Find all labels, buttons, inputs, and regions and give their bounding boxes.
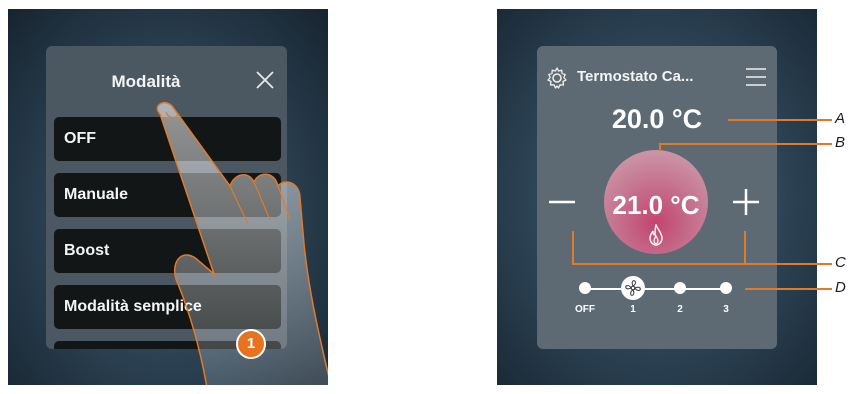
increase-temperature-button[interactable] — [733, 189, 759, 215]
thermostat-screen: Termostato Ca... 20.0 °C 21.0 °C OFF 1 2… — [497, 9, 817, 385]
setpoint-temperature: 21.0 °C — [612, 190, 700, 220]
fan-speed-track — [585, 288, 731, 290]
callout-d: D — [835, 279, 846, 296]
callout-b: B — [835, 134, 846, 151]
fan-label-2: 2 — [677, 304, 683, 315]
callout-line-c-left — [572, 231, 574, 264]
fan-icon — [625, 280, 641, 296]
callout-line-c-right — [744, 231, 746, 264]
tap-hand-icon — [156, 102, 328, 385]
callout-c: C — [835, 254, 846, 271]
hamburger-menu-icon[interactable] — [745, 66, 767, 88]
callout-line-a — [728, 119, 832, 121]
callout-a: A — [835, 110, 846, 127]
fan-label-1: 1 — [630, 304, 636, 315]
callout-line-b — [660, 143, 832, 145]
callout-line-c — [572, 263, 832, 265]
fan-speed-3[interactable] — [720, 282, 732, 294]
fan-speed-2[interactable] — [674, 282, 686, 294]
thermostat-name: Termostato Ca... — [577, 68, 694, 85]
decrease-temperature-button[interactable] — [549, 194, 575, 210]
gear-icon[interactable] — [545, 66, 569, 90]
flame-icon — [649, 224, 663, 246]
callout-line-d — [745, 288, 832, 290]
fan-speed-1-selected[interactable] — [621, 276, 645, 300]
mode-selection-screen: Modalità OFF Manuale Boost Modalità semp… — [8, 9, 328, 385]
step-badge: 1 — [236, 329, 266, 359]
close-icon[interactable] — [253, 68, 277, 92]
modal-title: Modalità — [111, 72, 181, 91]
fan-label-3: 3 — [723, 304, 729, 315]
callout-tick-b — [659, 143, 661, 151]
fan-label-off: OFF — [575, 304, 595, 315]
thermostat-card: Termostato Ca... 20.0 °C 21.0 °C OFF 1 2… — [537, 46, 777, 349]
setpoint-dial[interactable]: 21.0 °C — [604, 150, 708, 254]
fan-speed-off[interactable] — [579, 282, 591, 294]
